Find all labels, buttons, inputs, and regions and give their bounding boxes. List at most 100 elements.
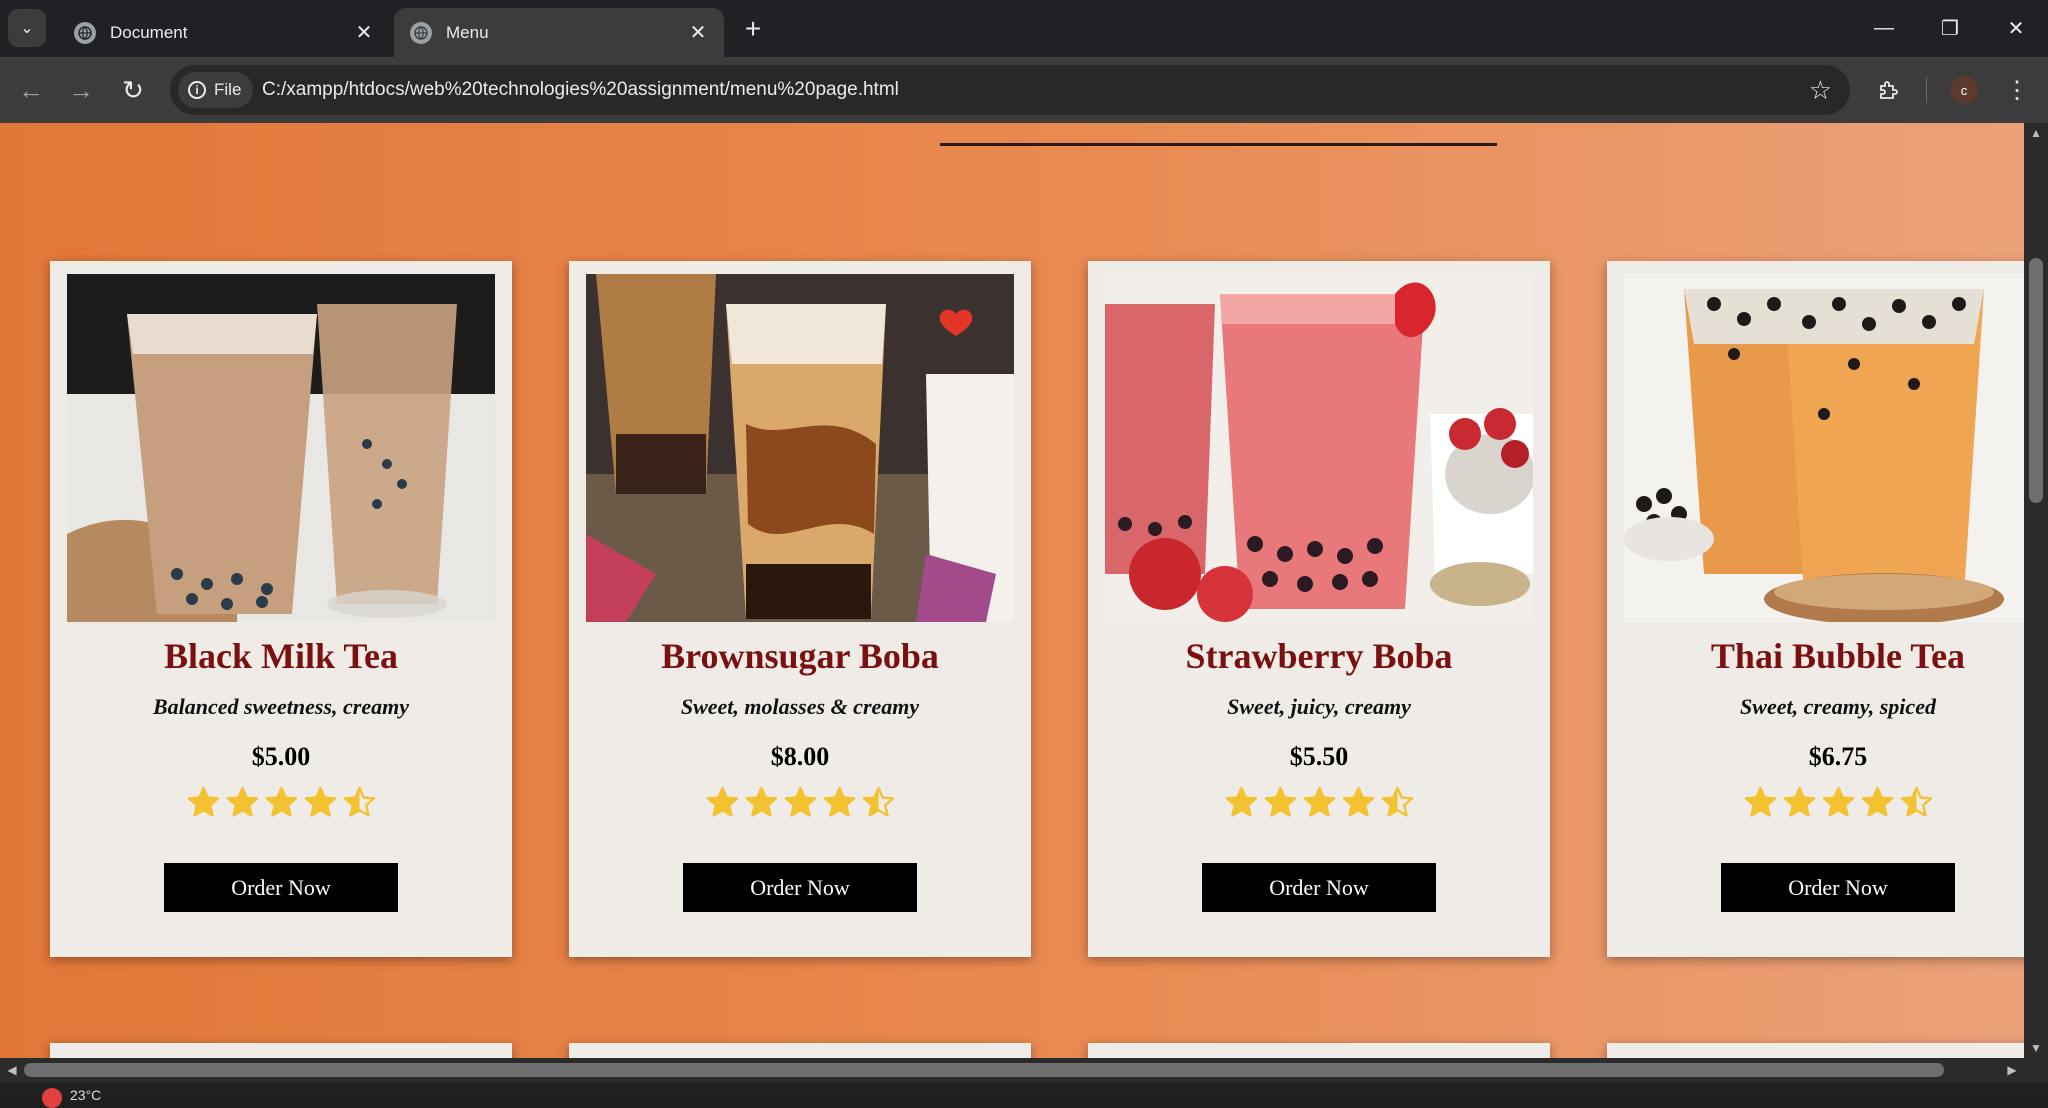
star-full-icon bbox=[1783, 786, 1815, 817]
star-full-icon bbox=[706, 786, 738, 817]
star-full-icon bbox=[187, 786, 219, 817]
rating-stars bbox=[1607, 785, 2024, 820]
arrow-right-icon: → bbox=[68, 74, 94, 105]
close-icon[interactable]: ✕ bbox=[352, 21, 376, 45]
item-price: $5.50 bbox=[1289, 742, 1349, 771]
star-half-icon bbox=[343, 786, 375, 817]
star-full-icon bbox=[1342, 786, 1374, 817]
kebab-menu-icon: ⋮ bbox=[2005, 76, 2029, 104]
vertical-scrollbar[interactable]: ▲ ▼ bbox=[2024, 123, 2048, 1058]
horizontal-scroll-thumb[interactable] bbox=[24, 1063, 1944, 1077]
menu-card-peek bbox=[569, 1043, 1031, 1058]
profile-avatar[interactable]: c bbox=[1950, 76, 1978, 104]
tab-strip: ⌄ Document ✕ Menu ✕ + — ❐ ✕ bbox=[0, 0, 2048, 57]
scroll-down-arrow-icon[interactable]: ▼ bbox=[2024, 1038, 2048, 1058]
arrow-left-icon: ← bbox=[18, 74, 44, 105]
star-full-icon bbox=[1264, 786, 1296, 817]
reload-icon: ↻ bbox=[122, 74, 144, 105]
info-icon: i bbox=[188, 81, 206, 99]
close-icon[interactable]: ✕ bbox=[686, 21, 710, 45]
tab-document[interactable]: Document ✕ bbox=[58, 8, 390, 57]
minimize-icon: — bbox=[1874, 17, 1894, 39]
weather-icon[interactable] bbox=[42, 1088, 62, 1108]
order-now-button[interactable]: Order Now bbox=[1721, 863, 1955, 912]
browser-menu-button[interactable]: ⋮ bbox=[1998, 71, 2036, 109]
menu-card: Brownsugar Boba Sweet, molasses & creamy… bbox=[569, 261, 1031, 957]
star-full-icon bbox=[745, 786, 777, 817]
scroll-right-arrow-icon[interactable]: ▶ bbox=[2000, 1058, 2024, 1082]
chevron-down-icon: ⌄ bbox=[20, 20, 34, 37]
item-name: Strawberry Boba bbox=[1185, 636, 1453, 676]
item-description: Sweet, molasses & creamy bbox=[680, 694, 920, 719]
star-full-icon bbox=[1225, 786, 1257, 817]
star-full-icon bbox=[1744, 786, 1776, 817]
scroll-left-arrow-icon[interactable]: ◀ bbox=[0, 1058, 24, 1082]
new-tab-button[interactable]: + bbox=[738, 13, 768, 44]
horizontal-scrollbar[interactable]: ◀ ▶ bbox=[0, 1058, 2048, 1082]
menu-card-peek bbox=[1088, 1043, 1550, 1058]
weather-text: 23°C bbox=[70, 1087, 102, 1103]
star-full-icon bbox=[1861, 786, 1893, 817]
reload-button[interactable]: ↻ bbox=[114, 71, 152, 109]
vertical-scroll-thumb[interactable] bbox=[2029, 258, 2043, 503]
back-button[interactable]: ← bbox=[12, 71, 50, 109]
menu-card: Thai Bubble Tea Sweet, creamy, spiced $6… bbox=[1607, 261, 2024, 957]
star-half-icon bbox=[1900, 786, 1932, 817]
tab-search-button[interactable]: ⌄ bbox=[8, 9, 46, 47]
item-price: $6.75 bbox=[1808, 742, 1868, 771]
rating-stars bbox=[1088, 785, 1550, 820]
url-text[interactable]: C:/xampp/htdocs/web%20technologies%20ass… bbox=[262, 65, 899, 115]
extensions-button[interactable] bbox=[1870, 71, 1908, 109]
item-description: Sweet, juicy, creamy bbox=[1227, 694, 1411, 719]
site-info-chip[interactable]: i File bbox=[178, 72, 254, 108]
scroll-up-arrow-icon[interactable]: ▲ bbox=[2024, 123, 2048, 143]
restore-icon: ❐ bbox=[1941, 18, 1959, 40]
star-half-icon bbox=[1381, 786, 1413, 817]
order-now-button[interactable]: Order Now bbox=[683, 863, 917, 912]
rating-stars bbox=[569, 785, 1031, 820]
minimize-button[interactable]: — bbox=[1852, 0, 1916, 57]
drink-photo bbox=[586, 274, 1014, 622]
item-price: $8.00 bbox=[770, 742, 830, 771]
menu-card: Black Milk Tea Balanced sweetness, cream… bbox=[50, 261, 512, 957]
item-name: Thai Bubble Tea bbox=[1710, 636, 1966, 676]
menu-card-peek bbox=[1607, 1043, 2024, 1058]
rating-stars bbox=[50, 785, 512, 820]
tab-menu[interactable]: Menu ✕ bbox=[394, 8, 724, 57]
item-price: $5.00 bbox=[251, 742, 311, 771]
menu-card-peek bbox=[50, 1043, 512, 1058]
close-icon: ✕ bbox=[2007, 18, 2025, 40]
item-name: Brownsugar Boba bbox=[661, 636, 939, 676]
item-description: Balanced sweetness, creamy bbox=[152, 694, 410, 719]
star-full-icon bbox=[1822, 786, 1854, 817]
toolbar-divider bbox=[1926, 77, 1927, 103]
star-full-icon bbox=[265, 786, 297, 817]
drink-photo bbox=[1624, 274, 2024, 622]
item-description: Sweet, creamy, spiced bbox=[1740, 694, 1936, 719]
order-now-button[interactable]: Order Now bbox=[164, 863, 398, 912]
bookmark-star-icon[interactable]: ☆ bbox=[1809, 75, 1832, 106]
drink-photo bbox=[1105, 274, 1533, 622]
forward-button[interactable]: → bbox=[62, 71, 100, 109]
globe-icon bbox=[74, 21, 96, 44]
star-half-icon bbox=[862, 786, 894, 817]
tab-title: Menu bbox=[446, 22, 489, 42]
browser-toolbar: ← → ↻ i File C:/xampp/htdocs/web%20techn… bbox=[0, 57, 2048, 123]
restore-button[interactable]: ❐ bbox=[1918, 0, 1982, 57]
page-viewport: Black Milk Tea Balanced sweetness, cream… bbox=[0, 123, 2024, 1058]
site-info-label: File bbox=[214, 80, 242, 99]
address-bar[interactable]: i File C:/xampp/htdocs/web%20technologie… bbox=[170, 65, 1850, 115]
star-full-icon bbox=[226, 786, 258, 817]
item-name: Black Milk Tea bbox=[163, 636, 399, 676]
star-full-icon bbox=[304, 786, 336, 817]
star-full-icon bbox=[784, 786, 816, 817]
star-full-icon bbox=[1303, 786, 1335, 817]
tab-title: Document bbox=[110, 22, 188, 42]
heading-underline bbox=[940, 143, 1497, 146]
close-window-button[interactable]: ✕ bbox=[1984, 0, 2048, 57]
star-full-icon bbox=[823, 786, 855, 817]
menu-card: Strawberry Boba Sweet, juicy, creamy $5.… bbox=[1088, 261, 1550, 957]
drink-photo bbox=[67, 274, 495, 622]
order-now-button[interactable]: Order Now bbox=[1202, 863, 1436, 912]
puzzle-icon bbox=[1880, 81, 1898, 99]
